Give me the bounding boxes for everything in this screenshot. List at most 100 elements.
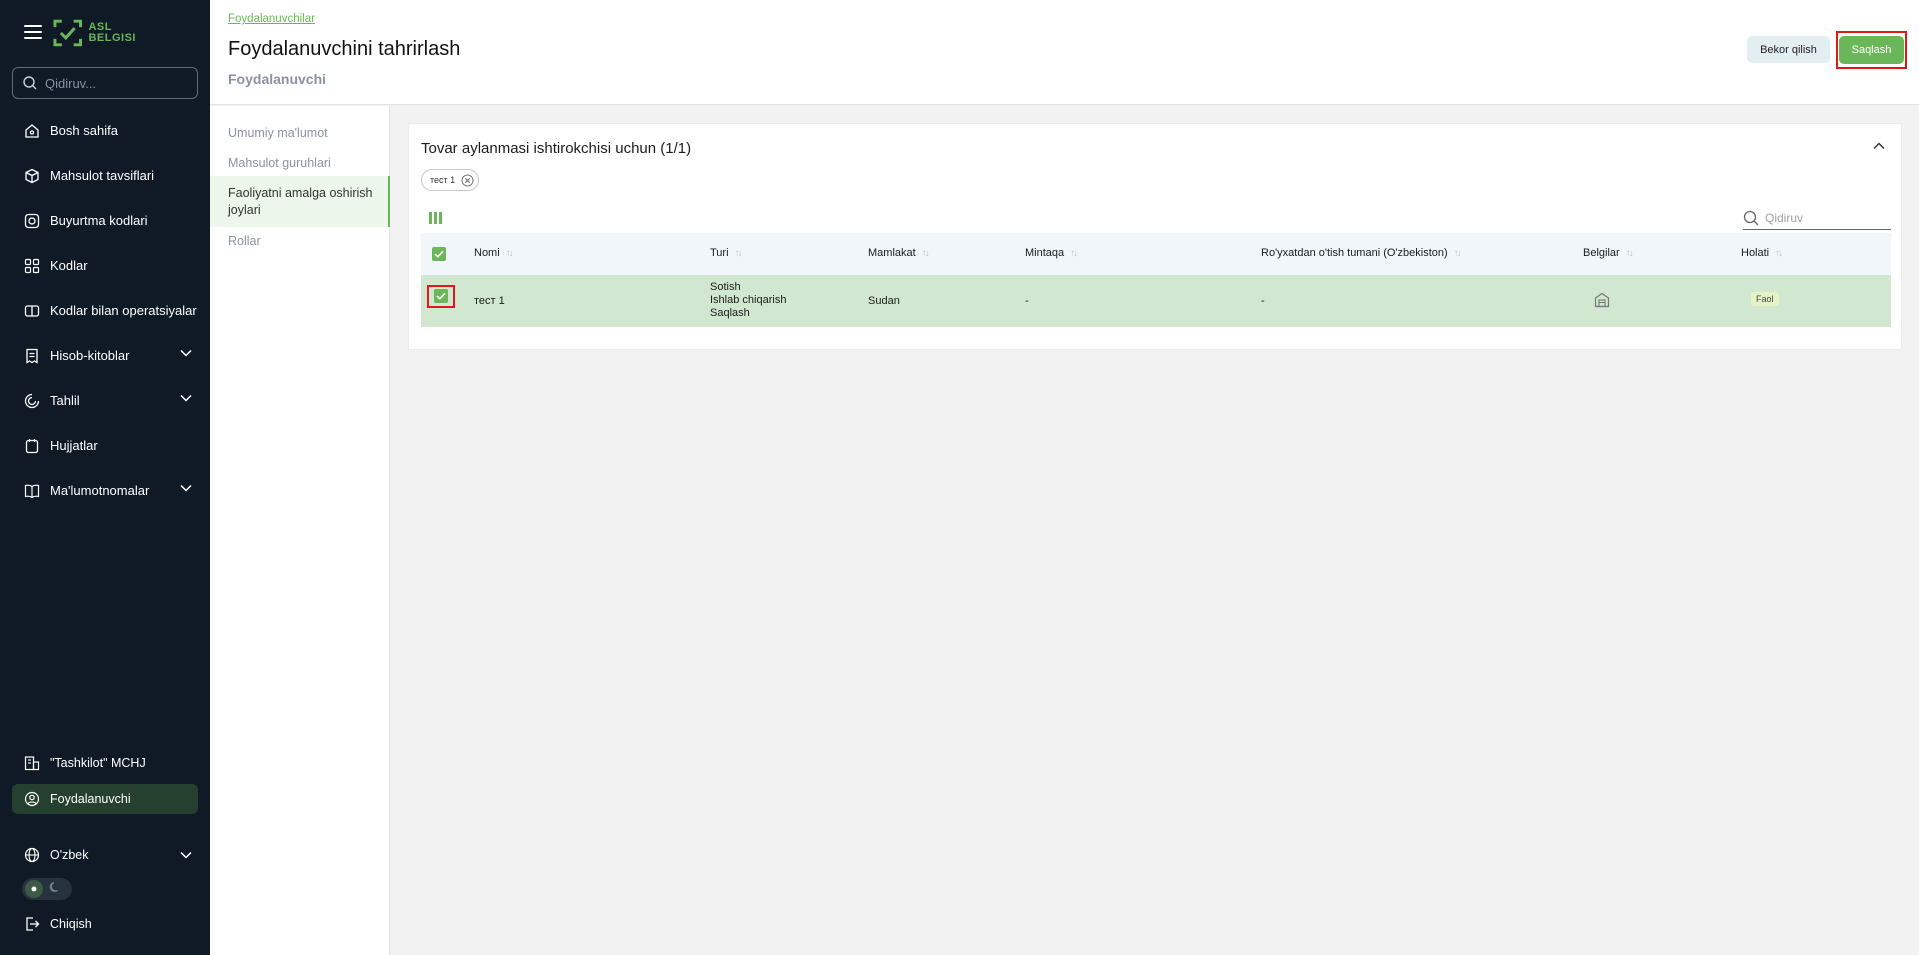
- breadcrumb[interactable]: Foydalanuvchilar: [228, 13, 315, 25]
- columns-icon[interactable]: [429, 212, 442, 224]
- status-badge: Faol: [1751, 292, 1779, 306]
- operations-icon: [24, 303, 40, 319]
- activity-places-card: Tovar aylanmasi ishtirokchisi uchun (1/1…: [408, 123, 1902, 350]
- tab-roles[interactable]: Rollar: [210, 233, 390, 250]
- column-label: Mintaqa: [1025, 247, 1065, 259]
- logout-icon: [24, 916, 40, 932]
- box-icon: [24, 168, 40, 184]
- book-icon: [24, 483, 40, 499]
- column-header-region[interactable]: Mintaqa ↑↓: [1025, 247, 1078, 259]
- column-header-type[interactable]: Turi ↑↓: [710, 247, 743, 259]
- sidebar-nav: Bosh sahifa Mahsulot tavsiflari Buyurtma…: [12, 108, 198, 513]
- sidebar-item-calculations[interactable]: Hisob-kitoblar: [12, 333, 198, 378]
- logo-mark-icon: [53, 19, 83, 47]
- sidebar-item-label: Tahlil: [50, 393, 80, 408]
- column-header-district[interactable]: Ro'yxatdan o'tish tumani (O'zbekiston) ↑↓: [1261, 247, 1462, 259]
- receipt-icon: [24, 348, 40, 364]
- check-icon: [434, 250, 444, 258]
- row-checkbox[interactable]: [434, 289, 448, 303]
- cancel-button[interactable]: Bekor qilish: [1747, 36, 1830, 63]
- sort-icon: ↑↓: [1453, 247, 1462, 259]
- sidebar-item-label: Buyurtma kodlari: [50, 213, 148, 228]
- tab-activity-places[interactable]: Faoliyatni amalga oshirish joylari: [210, 176, 390, 227]
- column-label: Holati: [1741, 247, 1770, 259]
- close-icon[interactable]: [461, 174, 474, 187]
- qr-code-icon: [24, 258, 40, 274]
- sidebar-item-label: Kodlar: [50, 258, 88, 273]
- page-header: Foydalanuvchilar Foydalanuvchini tahrirl…: [210, 0, 1919, 105]
- tab-general-info[interactable]: Umumiy ma'lumot: [210, 125, 390, 142]
- column-header-country[interactable]: Mamlakat ↑↓: [868, 247, 930, 259]
- check-icon: [436, 292, 446, 300]
- table-header: Nomi ↑↓ Turi ↑↓ Mamlakat ↑↓ Mintaqa ↑↓ Ro'yx…: [421, 233, 1891, 275]
- page-title: Foydalanuvchini tahrirlash: [228, 38, 461, 60]
- sidebar-top: ASL BELGISI: [0, 0, 210, 66]
- table-row[interactable]: тест 1 Sotish Ishlab chiqarish Saqlash S…: [421, 275, 1891, 327]
- globe-icon: [24, 847, 40, 863]
- cell-name: тест 1: [474, 295, 505, 307]
- type-line: Saqlash: [710, 307, 750, 319]
- sidebar-item-order-codes[interactable]: Buyurtma kodlari: [12, 198, 198, 243]
- column-header-name[interactable]: Nomi ↑↓: [474, 247, 514, 259]
- menu-icon[interactable]: [24, 25, 42, 39]
- column-label: Ro'yxatdan o'tish tumani (O'zbekiston): [1261, 247, 1448, 259]
- chevron-down-icon: [180, 851, 192, 859]
- sidebar-item-label: Kodlar bilan operatsiyalar: [50, 303, 197, 318]
- document-icon: [24, 438, 40, 454]
- logo[interactable]: ASL BELGISI: [52, 16, 136, 50]
- tab-product-groups[interactable]: Mahsulot guruhlari: [210, 155, 390, 172]
- sidebar-item-label: Mahsulot tavsiflari: [50, 168, 155, 183]
- logout-label: Chiqish: [50, 917, 92, 931]
- chevron-up-icon[interactable]: [1873, 142, 1885, 150]
- page-subtitle: Foydalanuvchi: [228, 71, 327, 87]
- column-header-marks[interactable]: Belgilar ↑↓: [1583, 247, 1634, 259]
- sidebar-item-product-descriptions[interactable]: Mahsulot tavsiflari: [12, 153, 198, 198]
- sun-icon: [25, 880, 43, 898]
- analytics-icon: [24, 393, 40, 409]
- save-button[interactable]: Saqlash: [1839, 36, 1904, 64]
- chip-label: тест 1: [430, 175, 456, 185]
- column-label: Nomi: [474, 247, 500, 259]
- chevron-down-icon: [180, 349, 192, 357]
- language-label: O'zbek: [50, 848, 89, 862]
- search-input[interactable]: [45, 75, 185, 91]
- column-header-status[interactable]: Holati ↑↓: [1741, 247, 1783, 259]
- sidebar-item-documents[interactable]: Hujjatlar: [12, 423, 198, 468]
- building-icon: [24, 755, 40, 771]
- sort-icon: ↑↓: [1625, 247, 1634, 259]
- cell-district: -: [1261, 295, 1265, 307]
- sidebar: ASL BELGISI Bosh sahifa Mahsulot tavsifl…: [0, 0, 210, 955]
- cell-country: Sudan: [868, 295, 900, 307]
- sidebar-item-home[interactable]: Bosh sahifa: [12, 108, 198, 153]
- sort-icon: ↑↓: [921, 247, 930, 259]
- moon-icon: [49, 880, 61, 898]
- column-label: Mamlakat: [868, 247, 916, 259]
- search-icon: [23, 76, 37, 90]
- user-icon: [24, 791, 40, 807]
- organization-item[interactable]: "Tashkilot" MCHJ: [12, 748, 198, 778]
- user-item[interactable]: Foydalanuvchi: [12, 784, 198, 814]
- select-all-checkbox[interactable]: [432, 247, 446, 261]
- logout-item[interactable]: Chiqish: [12, 909, 198, 939]
- organization-label: "Tashkilot" MCHJ: [50, 756, 146, 770]
- sidebar-item-references[interactable]: Ma'lumotnomalar: [12, 468, 198, 513]
- table-search-input[interactable]: [1765, 210, 1885, 225]
- sidebar-item-label: Ma'lumotnomalar: [50, 483, 150, 498]
- cell-types: Sotish Ishlab chiqarish Saqlash: [710, 281, 786, 320]
- section-tabs: Umumiy ma'lumot Mahsulot guruhlari Faoli…: [210, 106, 390, 955]
- home-icon: [24, 123, 40, 139]
- cell-region: -: [1025, 295, 1029, 307]
- logo-text: ASL BELGISI: [88, 22, 136, 44]
- chevron-down-icon: [180, 394, 192, 402]
- sidebar-search: [12, 67, 198, 99]
- warehouse-icon: [1594, 292, 1610, 308]
- sort-icon: ↑↓: [1070, 247, 1078, 259]
- column-label: Belgilar: [1583, 247, 1620, 259]
- language-selector[interactable]: O'zbek: [12, 840, 198, 870]
- theme-toggle[interactable]: [22, 878, 72, 900]
- sidebar-item-analytics[interactable]: Tahlil: [12, 378, 198, 423]
- sidebar-item-codes[interactable]: Kodlar: [12, 243, 198, 288]
- chevron-down-icon: [180, 484, 192, 492]
- sidebar-item-code-operations[interactable]: Kodlar bilan operatsiyalar: [12, 288, 198, 333]
- selected-chip: тест 1: [421, 169, 480, 191]
